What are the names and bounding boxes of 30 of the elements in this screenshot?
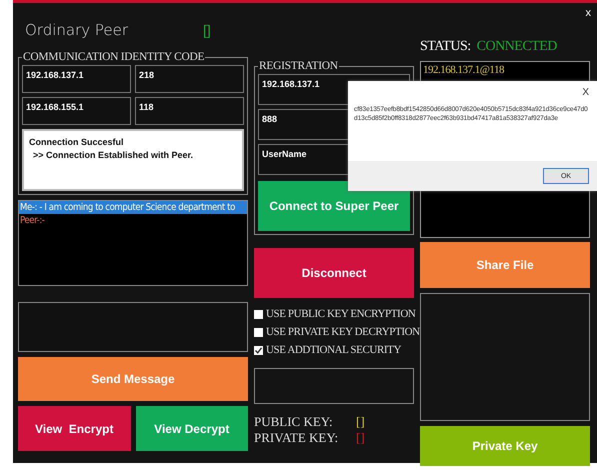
log-line: >> Connection Established with Peer.: [32, 150, 194, 160]
key-indicator: []: [356, 430, 365, 446]
checkbox[interactable]: [254, 328, 263, 336]
checkbox-label: USE ADDTIONAL SECURITY: [266, 344, 402, 356]
status-label: STATUS:: [420, 39, 471, 55]
group-title: COMMUNICATION IDENTITY CODE: [22, 51, 206, 63]
chat-line[interactable]: Peer-:-: [19, 214, 247, 227]
close-button[interactable]: X: [574, 81, 597, 98]
key-indicator: []: [356, 414, 365, 430]
checkbox[interactable]: [254, 310, 263, 318]
window-title: Ordinary Peer: [24, 21, 130, 39]
text-field[interactable]: 118: [135, 97, 244, 125]
key-field[interactable]: [254, 368, 414, 404]
key-label: PUBLIC KEY:: [254, 414, 334, 430]
view-encrypt-button[interactable]: View Encrypt: [18, 406, 130, 451]
key-label: PRIVATE KEY:: [254, 430, 340, 446]
disconnect-button[interactable]: Disconnect: [254, 248, 414, 298]
close-button[interactable]: x: [586, 7, 591, 19]
text-field[interactable]: 192.168.155.1: [22, 97, 131, 125]
message-field[interactable]: [18, 302, 248, 352]
checkbox-label: USE PRIVATE KEY DECRYPTION: [266, 326, 420, 338]
group-title: REGISTRATION: [258, 60, 339, 72]
checkbox[interactable]: [254, 346, 263, 354]
peer-item[interactable]: 192.168.137.1@118: [421, 62, 589, 78]
log-line: Connection Succesful: [29, 137, 125, 147]
text-field[interactable]: 192.168.137.1: [22, 65, 131, 93]
text-field[interactable]: 218: [135, 65, 244, 93]
status-value: CONNECTED: [476, 39, 557, 55]
checkbox-label: USE PUBLIC KEY ENCRYPTION: [266, 308, 416, 320]
status-indicator: []: [203, 22, 211, 38]
